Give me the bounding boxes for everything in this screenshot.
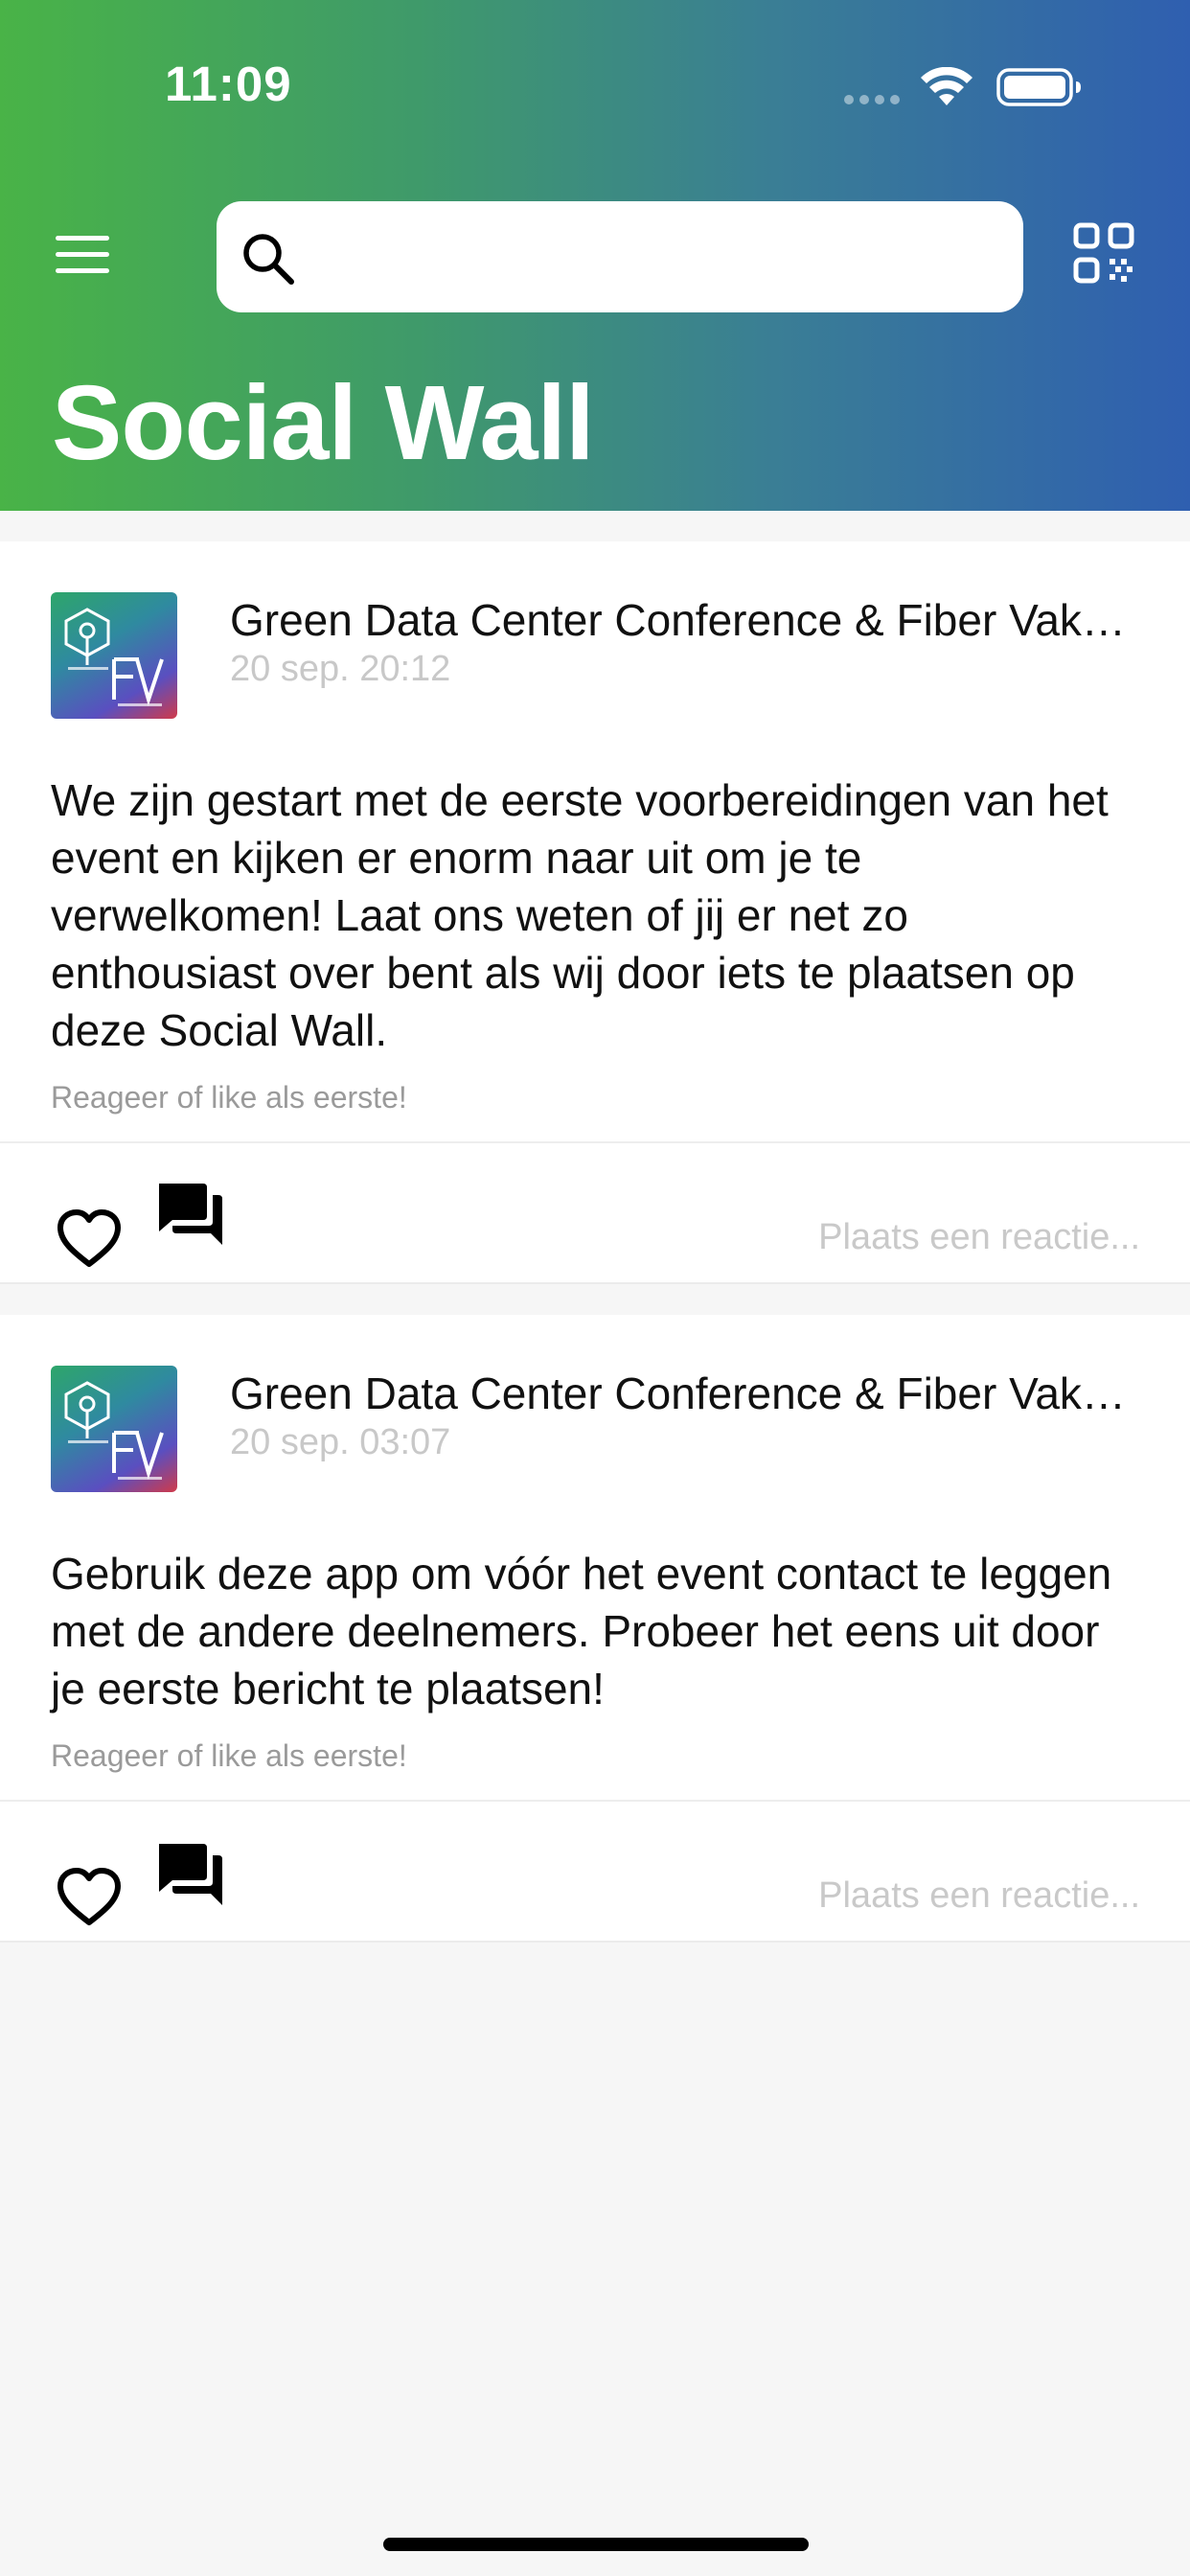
- search-input[interactable]: [316, 226, 996, 288]
- post-timestamp: 20 sep. 20:12: [230, 649, 451, 689]
- comment-button[interactable]: [155, 1180, 224, 1247]
- search-box[interactable]: [217, 201, 1023, 312]
- header: 11:09 Social Wall: [0, 0, 1190, 511]
- reply-input[interactable]: [680, 1867, 1140, 1924]
- qr-code-icon[interactable]: [1073, 222, 1134, 284]
- post-body: We zijn gestart met de eerste voorbereid…: [51, 775, 1109, 1055]
- reply-input[interactable]: [680, 1208, 1140, 1266]
- home-indicator[interactable]: [383, 2538, 809, 2551]
- divider: [0, 1141, 1190, 1143]
- event-logo-icon: [64, 1381, 164, 1480]
- post-card: Green Data Center Conference & Fiber Vak…: [0, 1315, 1190, 1943]
- wifi-icon: [921, 67, 973, 105]
- post-card: Green Data Center Conference & Fiber Vak…: [0, 541, 1190, 1284]
- post-author[interactable]: Green Data Center Conference & Fiber Vak…: [230, 594, 1131, 646]
- page-title: Social Wall: [52, 364, 595, 482]
- divider: [0, 1800, 1190, 1802]
- menu-button[interactable]: [56, 236, 109, 278]
- author-avatar[interactable]: [51, 1366, 177, 1492]
- chat-bubbles-icon: [159, 1844, 207, 1892]
- post-author[interactable]: Green Data Center Conference & Fiber Vak…: [230, 1368, 1131, 1419]
- like-button[interactable]: [56, 1867, 123, 1928]
- heart-outline-icon: [57, 1209, 121, 1267]
- search-icon: [243, 234, 294, 285]
- engagement-hint: Reageer of like als eerste!: [51, 1738, 407, 1773]
- heart-outline-icon: [57, 1868, 121, 1925]
- battery-icon: [996, 68, 1081, 106]
- cellular-signal-icon: [844, 95, 900, 104]
- post-timestamp: 20 sep. 03:07: [230, 1422, 451, 1462]
- author-avatar[interactable]: [51, 592, 177, 719]
- chat-bubbles-icon: [159, 1184, 207, 1231]
- event-logo-icon: [64, 608, 164, 706]
- like-button[interactable]: [56, 1208, 123, 1270]
- status-time: 11:09: [165, 57, 292, 111]
- post-body: Gebruik deze app om vóór het event conta…: [51, 1549, 1112, 1714]
- engagement-hint: Reageer of like als eerste!: [51, 1080, 407, 1115]
- hamburger-menu-icon: [56, 236, 109, 241]
- comment-button[interactable]: [155, 1840, 224, 1907]
